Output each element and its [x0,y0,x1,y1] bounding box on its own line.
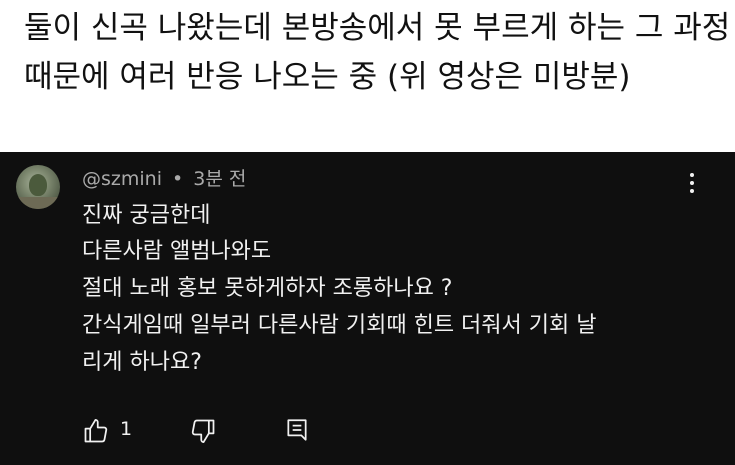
meta-separator: • [172,168,184,190]
dislike-button[interactable] [189,415,221,445]
comment-time[interactable]: 3분 전 [193,168,246,190]
like-button[interactable]: 1 [82,415,142,445]
comment-card: @szmini • 3분 전 진짜 궁금한데 다른사람 앨범나와도 절대 노래 … [0,152,735,465]
post-line-1: 둘이 신곡 나왔는데 본방송에서 못 부르게 하는 그 과정 [24,10,731,46]
comment-author[interactable]: @szmini [82,168,162,190]
avatar-ground [16,197,60,209]
reply-button[interactable] [284,415,314,445]
comment-line-1: 진짜 궁금한데 [82,203,211,228]
avatar[interactable] [16,165,60,209]
more-dot [690,181,694,185]
more-dot [690,173,694,177]
more-dot [690,189,694,193]
thumbs-up-icon [84,419,108,443]
comment-line-2: 다른사람 앨범나와도 [82,239,272,264]
comment-meta: @szmini • 3분 전 [82,166,246,192]
comment-line-5: 리게 하나요? [82,350,202,375]
post-line-2: 때문에 여러 반응 나오는 중 (위 영상은 미방분) [24,59,631,95]
comment-line-4: 간식게임때 일부러 다른사람 기회때 힌트 더줘서 기회 날 [82,313,597,338]
reply-comment-icon [287,419,307,441]
more-vertical-icon[interactable] [680,168,704,198]
post-text-block: 둘이 신곡 나왔는데 본방송에서 못 부르게 하는 그 과정 때문에 여러 반응… [0,0,735,152]
avatar-tree [29,174,47,196]
thumbs-down-icon [191,419,215,443]
like-count: 1 [120,418,133,440]
comment-line-3: 절대 노래 홍보 못하게하자 조롱하나요 ? [82,276,453,301]
